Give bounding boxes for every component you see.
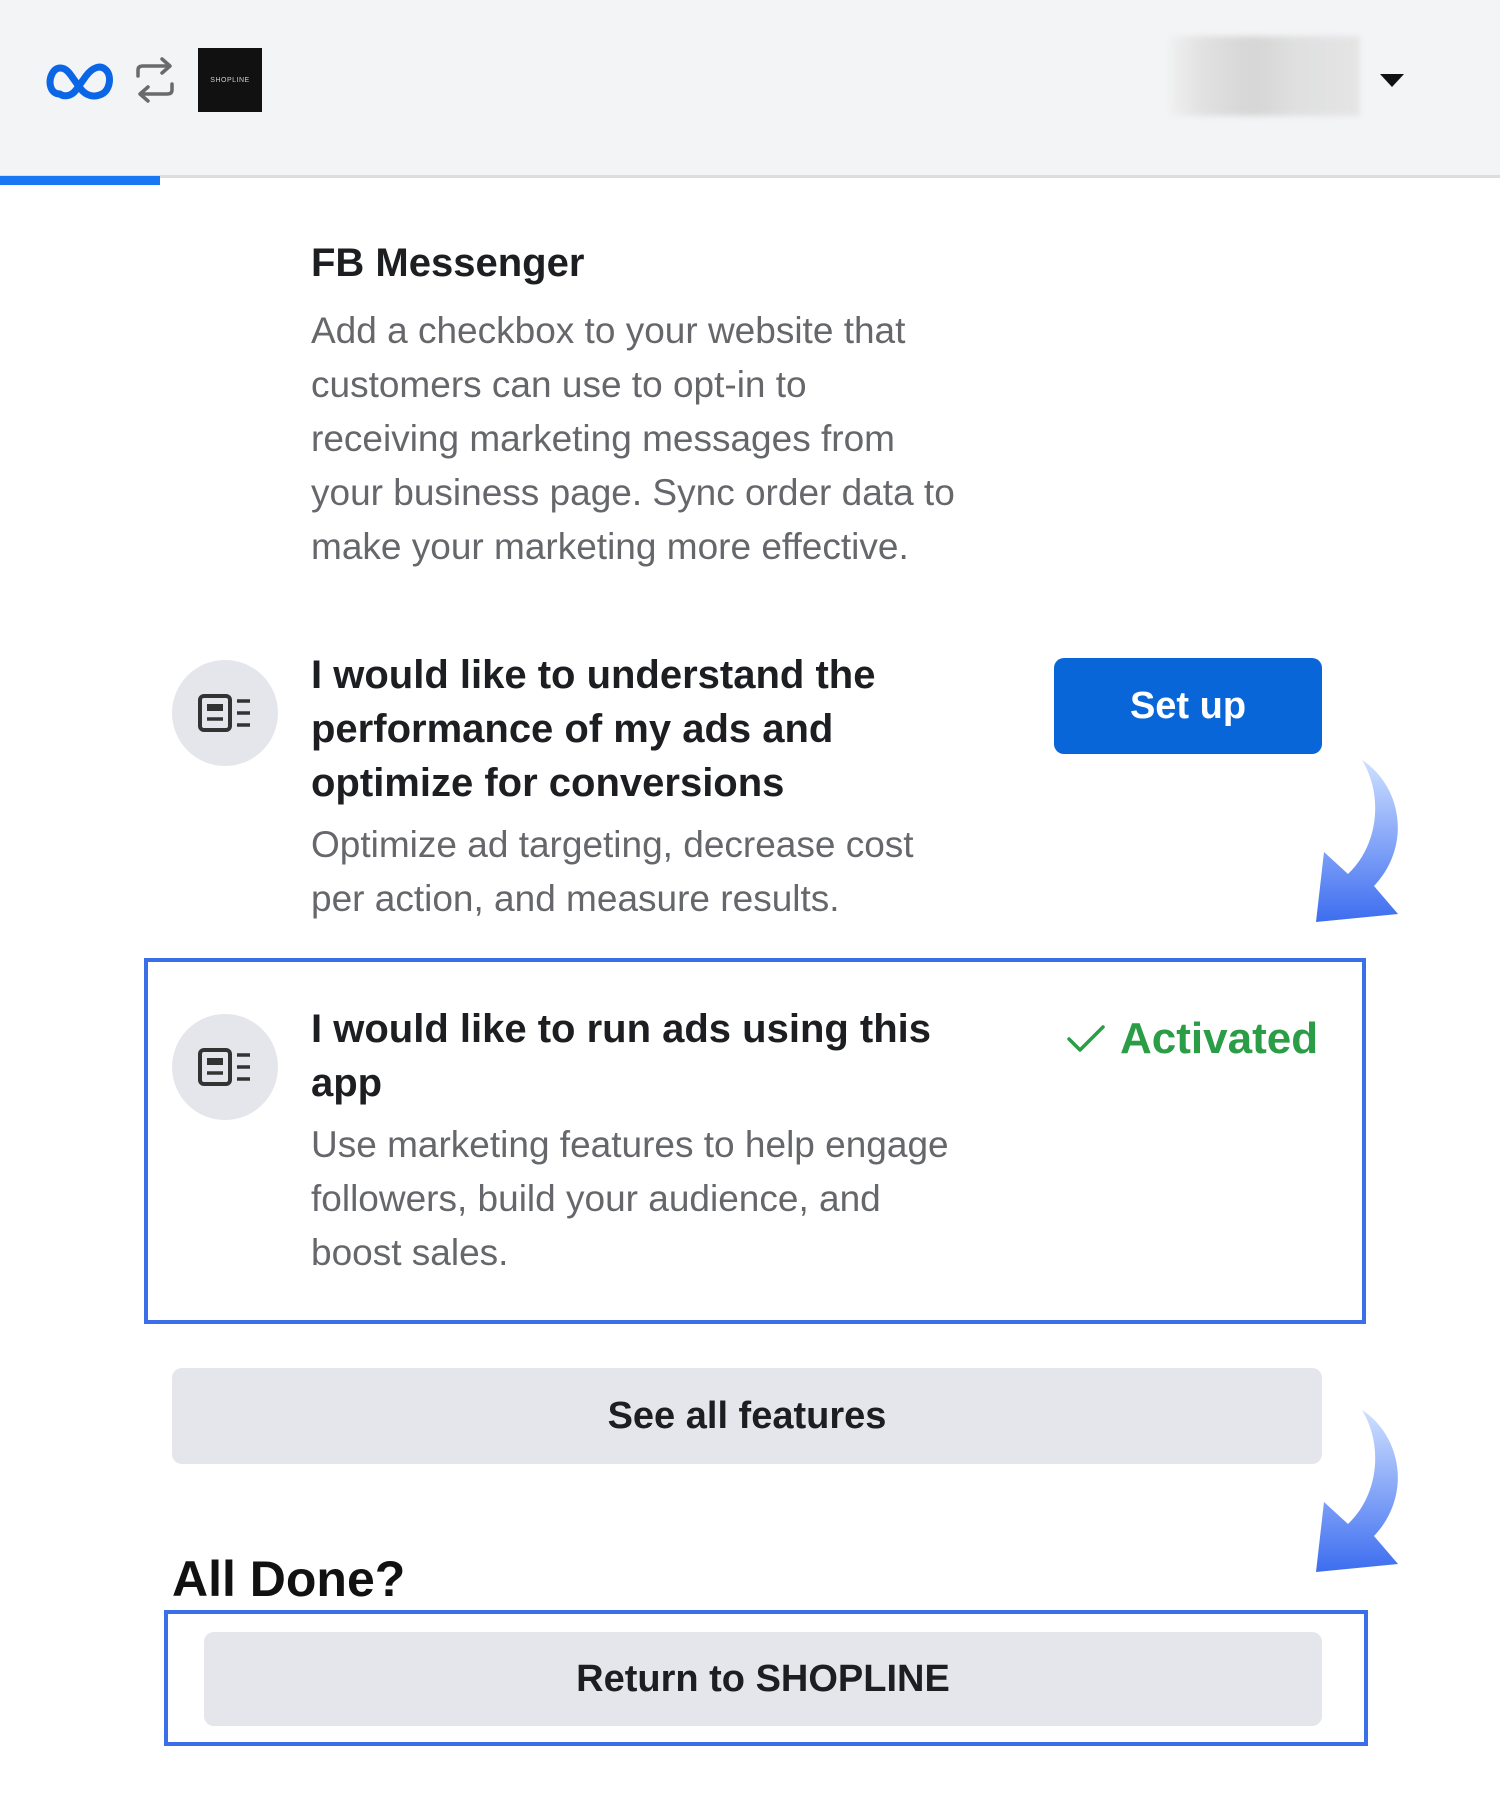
title-line: optimize for conversions — [311, 761, 785, 805]
swap-arrows-icon — [136, 57, 174, 103]
arrow-down-left-icon — [1316, 760, 1398, 922]
activated-status: Activated — [1066, 1010, 1318, 1068]
activated-label: Activated — [1120, 1014, 1319, 1063]
feature-desc-ads-performance: Optimize ad targeting, decrease cost per… — [311, 818, 914, 926]
feature-desc-run-ads: Use marketing features to help engage fo… — [311, 1118, 949, 1280]
feature-icon-circle — [172, 660, 278, 766]
feature-title-run-ads: I would like to run ads using this app — [311, 1002, 931, 1110]
desc-line: customers can use to opt-in to — [311, 364, 807, 405]
arrow-down-left-icon — [1316, 1410, 1398, 1572]
desc-line: per action, and measure results. — [311, 878, 840, 919]
news-feed-icon — [198, 1048, 250, 1086]
desc-line: Add a checkbox to your website that — [311, 310, 906, 351]
title-line: I would like to understand the — [311, 653, 876, 697]
meta-logo-icon — [46, 63, 113, 100]
progress-bar — [0, 176, 160, 185]
title-line: performance of my ads and — [311, 707, 834, 751]
see-all-features-button[interactable]: See all features — [172, 1368, 1322, 1464]
shopline-logo: SHOPLINE — [198, 48, 262, 112]
title-line: I would like to run ads using this — [311, 1007, 932, 1051]
desc-line: followers, build your audience, and — [311, 1178, 881, 1219]
shopline-logo-text: SHOPLINE — [210, 76, 250, 84]
feature-title-ads-performance: I would like to understand the performan… — [311, 648, 875, 810]
desc-line: Use marketing features to help engage — [311, 1124, 949, 1165]
feature-desc-messenger: Add a checkbox to your website that cust… — [311, 304, 955, 574]
feature-icon-circle — [172, 1014, 278, 1120]
return-to-shopline-button[interactable]: Return to SHOPLINE — [204, 1632, 1322, 1726]
caret-down-icon[interactable] — [1380, 74, 1404, 87]
account-name-redacted[interactable] — [1168, 36, 1360, 116]
all-done-heading: All Done? — [172, 1551, 406, 1607]
news-feed-icon — [198, 694, 250, 732]
desc-line: your business page. Sync order data to — [311, 472, 955, 513]
feature-list: FB Messenger Add a checkbox to your webs… — [0, 188, 1500, 1795]
desc-line: boost sales. — [311, 1232, 509, 1273]
desc-line: receiving marketing messages from — [311, 418, 895, 459]
feature-title-messenger: FB Messenger — [311, 241, 585, 285]
set-up-button[interactable]: Set up — [1054, 658, 1322, 754]
desc-line: Optimize ad targeting, decrease cost — [311, 824, 914, 865]
checkmark-icon — [1067, 1025, 1105, 1052]
title-line: app — [311, 1061, 383, 1105]
top-bar: SHOPLINE — [0, 0, 1500, 178]
desc-line: make your marketing more effective. — [311, 526, 909, 567]
